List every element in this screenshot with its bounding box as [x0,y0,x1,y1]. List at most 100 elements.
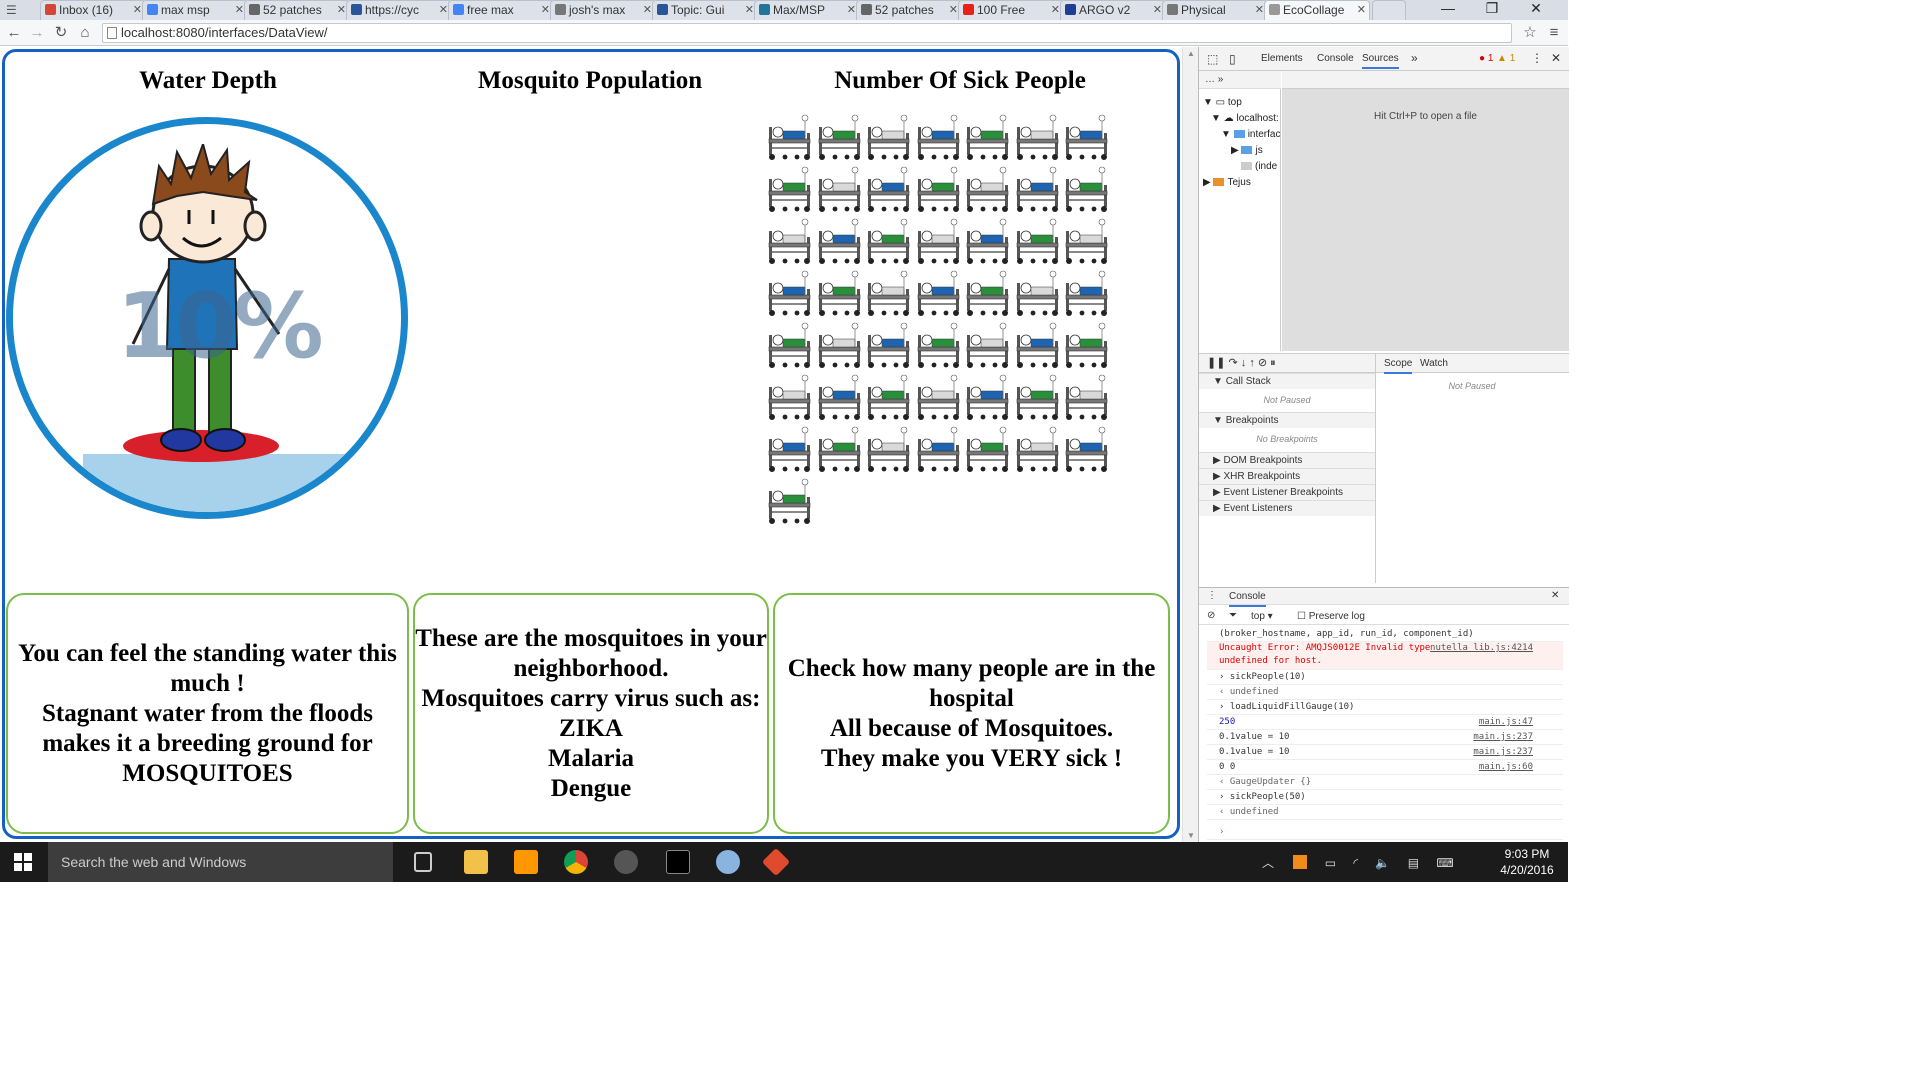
tab-close-icon[interactable]: ✕ [1153,3,1162,16]
max-msp-icon[interactable] [614,850,638,874]
more-tabs-icon[interactable]: » [1411,51,1418,65]
devtools-menu-icon[interactable]: ⋮ [1531,51,1543,65]
reload-icon[interactable]: ↻ [51,23,71,43]
folder-icon [1213,178,1225,186]
wifi-icon[interactable]: ◜ [1353,856,1358,870]
console-source-link[interactable]: main.js:47 [1479,715,1533,730]
clear-console-icon[interactable]: ⊘ [1207,610,1215,621]
tab-scope[interactable]: Scope [1384,358,1413,374]
browser-tab[interactable]: Inbox (16) ✕ [40,0,146,20]
windows-start-icon[interactable] [14,853,32,871]
context-selector[interactable]: top ▾ [1251,611,1273,622]
browser-tab[interactable]: ARGO v2 ✕ [1060,0,1166,20]
taskbar-clock[interactable]: 9:03 PM 4/20/2016 [1492,846,1562,878]
tree-js[interactable]: ▶ js [1231,145,1263,156]
hospital-bed-icon [817,425,863,475]
tab-close-icon[interactable]: ✕ [745,3,754,16]
terminal-icon[interactable] [666,850,690,874]
minimize-button[interactable]: — [1426,0,1470,20]
tab-sources[interactable]: Sources [1362,53,1399,69]
call-stack-section[interactable]: ▼ Call Stack [1199,373,1375,389]
browser-tab[interactable]: max msp ✕ [142,0,248,20]
browser-tab[interactable]: Max/MSP ✕ [754,0,860,20]
maximize-button[interactable]: ❐ [1470,0,1514,20]
tab-close-icon[interactable]: ✕ [1255,3,1264,16]
devtools-close-icon[interactable]: ✕ [1551,51,1561,65]
task-view-icon[interactable] [414,852,432,872]
bookmark-star-icon[interactable]: ☆ [1520,23,1540,43]
scroll-up-arrow-icon[interactable]: ▲ [1187,49,1195,58]
tree-interfaces[interactable]: ▼ interfac [1221,129,1280,140]
tree-top[interactable]: ▼ ▭ top [1203,97,1242,108]
chrome-icon[interactable] [564,850,588,874]
browser-tab[interactable]: 52 patches ✕ [856,0,962,20]
sublime-text-icon[interactable] [514,850,538,874]
error-count-badge[interactable]: ● 1 [1479,53,1493,64]
tab-close-icon[interactable]: ✕ [1051,3,1060,16]
console-source-link[interactable]: main.js:237 [1473,730,1533,745]
tab-close-icon[interactable]: ✕ [847,3,856,16]
tray-chevron-icon[interactable]: ︿ [1262,856,1274,870]
console-drawer-tab[interactable]: Console [1229,591,1266,607]
browser-tab[interactable]: josh's max ✕ [550,0,656,20]
preserve-log-checkbox[interactable]: ☐ Preserve log [1297,611,1365,622]
tab-close-icon[interactable]: ✕ [1357,3,1366,16]
tab-close-icon[interactable]: ✕ [541,3,550,16]
tab-label: EcoCollage [1283,3,1345,17]
browser-tab[interactable]: 52 patches ✕ [244,0,350,20]
browser-tab[interactable]: https://cyc ✕ [346,0,452,20]
browser-tab[interactable]: Physical ✕ [1162,0,1268,20]
drawer-menu-icon[interactable]: ⋮ [1207,590,1217,601]
browser-tab[interactable]: 100 Free ✕ [958,0,1064,20]
back-arrow-icon[interactable]: ← [4,23,24,43]
dom-breakpoints-section[interactable]: ▶ DOM Breakpoints [1199,452,1375,468]
tree-tejus[interactable]: ▶ Tejus [1203,177,1251,188]
close-window-button[interactable]: ✕ [1514,0,1558,20]
chrome-menu-icon[interactable]: ☰ [6,3,32,17]
home-icon[interactable]: ⌂ [75,23,95,43]
console-source-link[interactable]: main.js:237 [1473,745,1533,760]
browser-tab[interactable]: free max ✕ [448,0,554,20]
console-line-text: Uncaught Error: AMQJS0012E Invalid type … [1219,643,1431,666]
tree-localhost[interactable]: ▼ ☁ localhost: [1211,113,1279,124]
console-prompt-input[interactable]: › [1207,825,1563,840]
console-source-link[interactable]: nutella_lib.js:4214 [1430,642,1533,655]
tab-close-icon[interactable]: ✕ [643,3,652,16]
xhr-breakpoints-section[interactable]: ▶ XHR Breakpoints [1199,468,1375,484]
forward-arrow-icon[interactable]: → [27,23,47,43]
page-scrollbar[interactable]: ▲ ▼ [1182,47,1198,842]
tab-close-icon[interactable]: ✕ [439,3,448,16]
notifications-icon[interactable]: ▤ [1408,856,1419,870]
git-app-icon[interactable] [761,847,791,877]
console-source-link[interactable]: main.js:60 [1479,760,1533,775]
tab-watch[interactable]: Watch [1420,358,1448,369]
volume-icon[interactable]: 🔈 [1375,856,1390,870]
tray-app-icon[interactable] [1293,855,1308,869]
drawer-close-icon[interactable]: ✕ [1551,590,1559,601]
tab-close-icon[interactable]: ✕ [235,3,244,16]
event-listener-breakpoints-section[interactable]: ▶ Event Listener Breakpoints [1199,484,1375,500]
device-toolbar-icon[interactable]: ▯ [1229,52,1236,66]
scroll-down-arrow-icon[interactable]: ▼ [1187,831,1195,840]
file-explorer-icon[interactable] [464,850,488,874]
tab-console[interactable]: Console [1317,53,1354,64]
paint-icon[interactable] [716,850,740,874]
taskbar-search-box[interactable]: Search the web and Windows [48,842,393,882]
inspect-element-icon[interactable]: ⬚ [1207,52,1218,66]
keyboard-icon[interactable]: ⌨ [1436,856,1453,870]
event-listeners-section[interactable]: ▶ Event Listeners [1199,500,1375,516]
warning-count-badge[interactable]: ▲ 1 [1497,53,1515,64]
new-tab-button[interactable] [1372,0,1406,20]
battery-icon[interactable]: ▭ [1325,856,1336,870]
browser-tab[interactable]: Topic: Gui ✕ [652,0,758,20]
tab-close-icon[interactable]: ✕ [133,3,142,16]
tab-close-icon[interactable]: ✕ [949,3,958,16]
tab-elements[interactable]: Elements [1261,53,1303,64]
tab-close-icon[interactable]: ✕ [337,3,346,16]
browser-tab[interactable]: EcoCollage ✕ [1264,0,1370,20]
filter-icon[interactable]: ⏷ [1229,610,1237,621]
browser-menu-icon[interactable]: ≡ [1544,23,1564,43]
address-bar[interactable]: localhost:8080/interfaces/DataView/ [102,23,1512,43]
breakpoints-section[interactable]: ▼ Breakpoints [1199,412,1375,428]
tree-index[interactable]: (inde [1241,161,1277,172]
